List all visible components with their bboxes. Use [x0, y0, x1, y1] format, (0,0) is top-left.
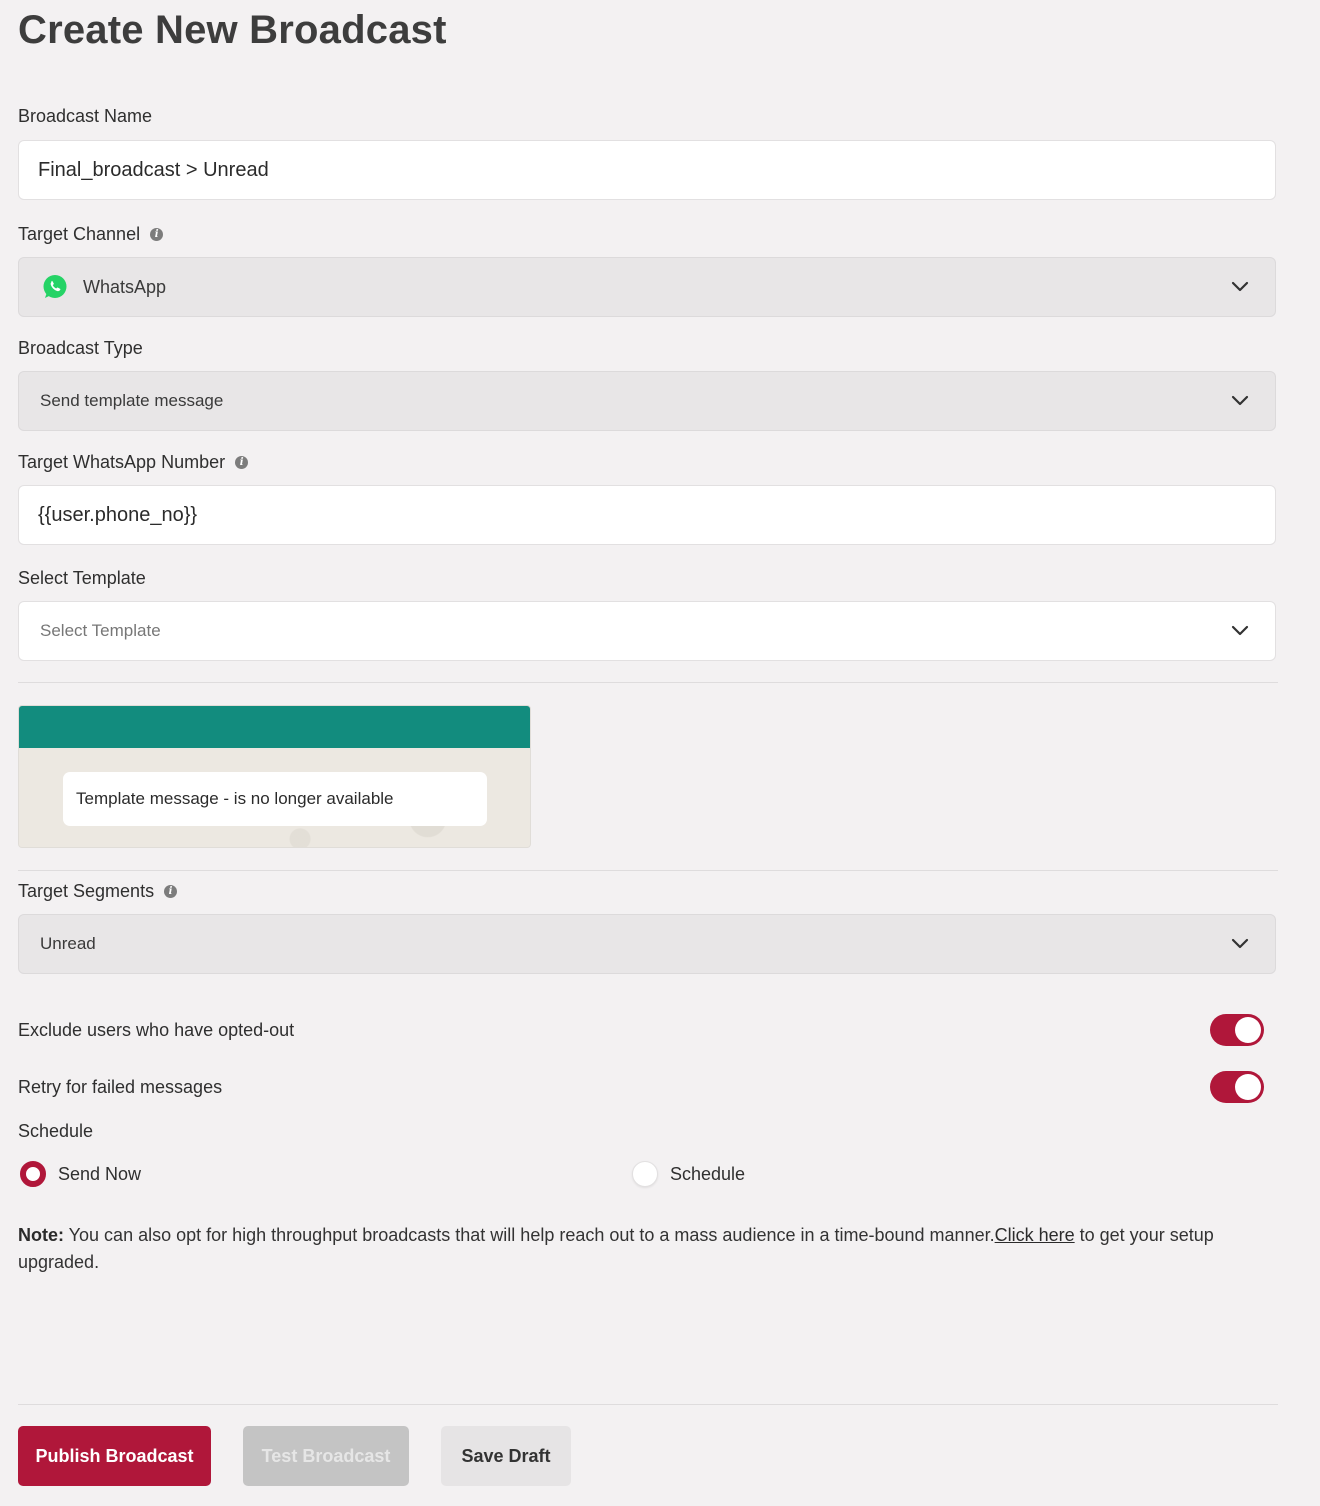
- radio-button-unselected[interactable]: [632, 1161, 658, 1187]
- chevron-down-icon: [1231, 625, 1249, 636]
- broadcast-type-select[interactable]: Send template message: [18, 371, 1276, 431]
- toggle-knob: [1235, 1074, 1261, 1100]
- broadcast-type-value: Send template message: [40, 391, 224, 410]
- retry-failed-toggle[interactable]: [1210, 1071, 1264, 1103]
- preview-header: [19, 706, 530, 748]
- retry-failed-row: Retry for failed messages: [18, 1070, 1264, 1104]
- target-channel-label: Target Channel i: [18, 224, 164, 245]
- template-preview: Template message - is no longer availabl…: [18, 705, 531, 848]
- chevron-down-icon: [1231, 395, 1249, 406]
- target-channel-label-text: Target Channel: [18, 224, 141, 244]
- chevron-down-icon: [1231, 938, 1249, 949]
- target-channel-select[interactable]: WhatsApp: [18, 257, 1276, 317]
- note-prefix: Note:: [18, 1225, 64, 1245]
- publish-broadcast-button[interactable]: Publish Broadcast: [18, 1426, 211, 1486]
- whatsapp-icon: [43, 275, 67, 298]
- target-number-input[interactable]: {{user.phone_no}}: [18, 485, 1276, 545]
- target-segments-select[interactable]: Unread: [18, 914, 1276, 974]
- target-segments-label: Target Segments i: [18, 881, 178, 902]
- broadcast-name-label-text: Broadcast Name: [18, 106, 153, 126]
- preview-message-bubble: Template message - is no longer availabl…: [63, 772, 487, 826]
- throughput-note: Note: You can also opt for high throughp…: [18, 1222, 1258, 1276]
- radio-send-now[interactable]: Send Now: [20, 1161, 141, 1187]
- divider: [18, 870, 1278, 871]
- toggle-knob: [1235, 1017, 1261, 1043]
- broadcast-name-label: Broadcast Name: [18, 106, 152, 127]
- select-template-placeholder: Select Template: [40, 621, 161, 640]
- save-draft-button[interactable]: Save Draft: [441, 1426, 571, 1486]
- broadcast-name-input[interactable]: Final_broadcast > Unread: [18, 140, 1276, 200]
- page-title: Create New Broadcast: [18, 8, 447, 52]
- select-template-dropdown[interactable]: Select Template: [18, 601, 1276, 661]
- click-here-link[interactable]: Click here: [995, 1225, 1075, 1245]
- divider: [18, 1404, 1278, 1405]
- radio-schedule[interactable]: Schedule: [632, 1161, 745, 1187]
- radio-schedule-label: Schedule: [670, 1163, 746, 1184]
- divider: [18, 682, 1278, 683]
- info-icon[interactable]: i: [235, 456, 249, 469]
- radio-send-now-label: Send Now: [58, 1163, 142, 1184]
- preview-chat-background: Template message - is no longer availabl…: [19, 748, 530, 847]
- exclude-opted-out-row: Exclude users who have opted-out: [18, 1013, 1264, 1047]
- exclude-opted-out-toggle[interactable]: [1210, 1014, 1264, 1046]
- broadcast-type-label: Broadcast Type: [18, 338, 143, 359]
- target-number-label: Target WhatsApp Number i: [18, 452, 249, 473]
- schedule-label-text: Schedule: [18, 1121, 94, 1141]
- exclude-opted-out-label: Exclude users who have opted-out: [18, 1019, 295, 1040]
- note-text: You can also opt for high throughput bro…: [64, 1225, 995, 1245]
- broadcast-type-label-text: Broadcast Type: [18, 338, 143, 358]
- test-broadcast-button[interactable]: Test Broadcast: [243, 1426, 409, 1486]
- target-number-label-text: Target WhatsApp Number: [18, 452, 226, 472]
- radio-button-selected[interactable]: [20, 1161, 46, 1187]
- chevron-down-icon: [1231, 281, 1249, 292]
- retry-failed-label: Retry for failed messages: [18, 1076, 223, 1097]
- select-template-label-text: Select Template: [18, 568, 146, 588]
- info-icon[interactable]: i: [150, 228, 164, 241]
- target-segments-label-text: Target Segments: [18, 881, 155, 901]
- info-icon[interactable]: i: [164, 885, 178, 898]
- target-segments-value: Unread: [40, 934, 96, 953]
- preview-message-text: Template message - is no longer availabl…: [76, 789, 394, 808]
- target-channel-value: WhatsApp: [83, 276, 167, 297]
- schedule-label: Schedule: [18, 1121, 93, 1142]
- target-number-value: {{user.phone_no}}: [38, 503, 198, 526]
- select-template-label: Select Template: [18, 568, 146, 589]
- broadcast-name-value: Final_broadcast > Unread: [38, 158, 269, 181]
